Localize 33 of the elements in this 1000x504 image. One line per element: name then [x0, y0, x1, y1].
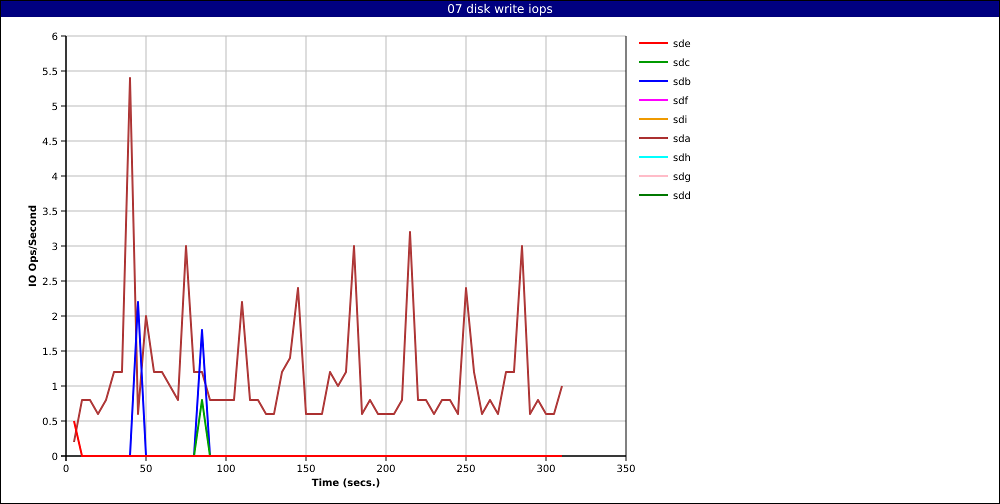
- tick-label: 5: [52, 102, 58, 113]
- axis-title: Time (secs.): [312, 478, 380, 489]
- tick-label: 100: [216, 464, 236, 475]
- legend-label: sdf: [673, 96, 688, 107]
- tick-label: 4: [52, 172, 58, 183]
- tick-label: 300: [536, 464, 556, 475]
- legend-label: sdh: [673, 153, 691, 164]
- legend-label: sda: [673, 134, 691, 145]
- tick-label: 50: [140, 464, 152, 475]
- tick-label: 3: [52, 242, 58, 253]
- chart-title: 07 disk write iops: [1, 1, 999, 17]
- tick-label: 200: [376, 464, 396, 475]
- tick-label: 5.5: [42, 67, 58, 78]
- tick-label: 4.5: [42, 137, 58, 148]
- tick-label: 0.5: [42, 417, 58, 428]
- axis-title: IO Ops/Second: [28, 204, 39, 288]
- legend-label: sdb: [673, 77, 691, 88]
- tick-label: 350: [616, 464, 636, 475]
- tick-label: 1: [52, 382, 58, 393]
- tick-label: 0: [62, 464, 70, 475]
- legend-label: sdd: [673, 191, 691, 202]
- tick-label: 1.5: [42, 347, 58, 358]
- tick-label: 250: [456, 464, 476, 475]
- legend-label: sdi: [673, 115, 688, 126]
- tick-label: 2.5: [42, 277, 58, 288]
- legend-label: sde: [673, 39, 691, 50]
- tick-label: 2: [52, 312, 58, 323]
- tick-label: 6: [52, 32, 58, 43]
- tick-label: 3.5: [42, 207, 58, 218]
- tick-label: 150: [296, 464, 316, 475]
- legend-label: sdg: [673, 172, 691, 183]
- legend-label: sdc: [673, 58, 690, 69]
- tick-label: 0: [52, 452, 58, 463]
